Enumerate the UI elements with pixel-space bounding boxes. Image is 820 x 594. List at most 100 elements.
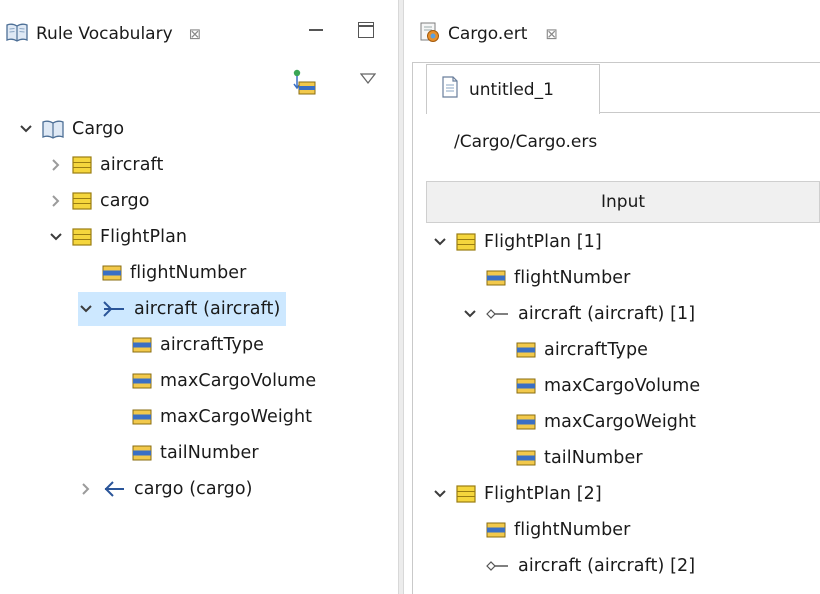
tree-item-flightnumber[interactable]: flightNumber [78,256,246,290]
chevron-down-icon[interactable] [432,225,448,259]
tree-item-label: maxCargoWeight [544,412,697,432]
entity-icon [72,227,92,247]
view-menu-chevron-down-icon[interactable] [359,70,377,85]
tab-rule-vocabulary[interactable]: Rule Vocabulary ⊠ [6,14,201,54]
tree-item-label: Cargo [72,119,125,139]
tab-label: Rule Vocabulary [36,24,173,44]
tree-item-aircraft-aircraft-1[interactable]: aircraft (aircraft) [1] [462,297,695,331]
tree-item-label: aircraft (aircraft) [1] [518,304,696,324]
attribute-icon [102,265,122,281]
tree-item-aircraft[interactable]: aircraft [48,148,163,182]
tree-item-aircraft-aircraft-2[interactable]: aircraft (aircraft) [2] [462,549,695,583]
attribute-icon [486,522,506,538]
tree-item-label: aircraft (aircraft) [134,299,281,319]
tree-item-flightplan[interactable]: FlightPlan [48,220,187,254]
attribute-icon [486,270,506,286]
tree-item-maxcargoweight[interactable]: maxCargoWeight [492,405,696,439]
tree-item-label: aircraftType [544,340,649,360]
attribute-icon [516,450,536,466]
tree-item-cargo[interactable]: Cargo [18,112,124,146]
tree-item-aircrafttype[interactable]: aircraftType [492,333,648,367]
book-icon [42,119,64,139]
association-many-to-one-icon [102,300,126,318]
tree-item-aircraft-aircraft[interactable]: aircraft (aircraft) [78,292,287,326]
tree-item-flightnumber[interactable]: flightNumber [462,261,630,295]
view-tabbar: Rule Vocabulary ⊠ [0,0,398,66]
tab-cargo-ert[interactable]: Cargo.ert ⊠ [418,14,558,54]
show-hierarchy-tool-icon[interactable] [290,68,316,96]
chevron-down-icon[interactable] [48,220,64,254]
chevron-right-icon[interactable] [78,472,94,506]
association-icon [486,559,510,573]
ruleset-path: /Cargo/Cargo.ers [454,132,598,152]
association-icon [486,307,510,321]
chevron-down-icon[interactable] [78,292,94,326]
vocabulary-book-icon [6,22,28,47]
tree-item-label: flightNumber [130,263,247,283]
chevron-right-icon[interactable] [48,148,64,182]
tree-item-label: flightNumber [514,520,631,540]
input-column-header[interactable]: Input [426,181,820,223]
tree-item-label: flightNumber [514,268,631,288]
tab-untitled-1[interactable]: untitled_1 [426,64,600,114]
attribute-icon [132,337,152,353]
close-tab-icon[interactable]: ⊠ [545,25,558,43]
chevron-down-icon[interactable] [462,297,478,331]
minimize-button[interactable] [308,22,324,38]
tree-item-flightnumber[interactable]: flightNumber [462,513,630,547]
input-column-label: Input [600,192,646,212]
tree-item-label: maxCargoWeight [160,407,313,427]
tree-item-label: FlightPlan [2] [484,484,602,504]
tree-item-label: maxCargoVolume [160,371,317,391]
attribute-icon [516,342,536,358]
tree-item-label: tailNumber [544,448,643,468]
tree-item-label: aircraft (aircraft) [2] [518,556,696,576]
tab-label: Cargo.ert [448,24,528,44]
association-one-to-many-icon [102,480,126,498]
tree-item-label: aircraftType [160,335,265,355]
ruletest-editor: Cargo.ert ⊠ untitled_1 /Cargo/Cargo.ers … [404,0,820,594]
entity-icon [72,191,92,211]
tab-underline [600,112,820,113]
tree-item-label: FlightPlan [100,227,188,247]
tree-item-aircrafttype[interactable]: aircraftType [108,328,264,362]
chevron-right-icon[interactable] [48,184,64,218]
chevron-down-icon[interactable] [432,477,448,511]
ruletest-file-icon [418,21,440,48]
inner-tab-label: untitled_1 [469,79,554,100]
tree-item-label: FlightPlan [1] [484,232,602,252]
input-tree: FlightPlan [1] flightNumber aircraft (airc… [432,225,820,594]
vocabulary-tree: Cargo aircraft cargo FlightPlan flightNumber… [18,112,393,512]
tree-item-cargo[interactable]: cargo [48,184,150,218]
tree-item-flightplan-1[interactable]: FlightPlan [1] [432,225,602,259]
tree-item-cargo-cargo[interactable]: cargo (cargo) [78,472,253,506]
chevron-down-icon[interactable] [18,112,34,146]
maximize-button[interactable] [358,22,374,38]
tree-item-label: maxCargoVolume [544,376,701,396]
entity-icon [456,232,476,252]
tree-item-label: cargo (cargo) [134,479,253,499]
tree-item-tailnumber[interactable]: tailNumber [492,441,643,475]
attribute-icon [132,445,152,461]
tree-item-maxcargovolume[interactable]: maxCargoVolume [108,364,316,398]
tree-item-tailnumber[interactable]: tailNumber [108,436,259,470]
tree-item-label: aircraft [100,155,164,175]
attribute-icon [132,373,152,389]
tree-item-maxcargoweight[interactable]: maxCargoWeight [108,400,312,434]
tree-item-flightplan-2[interactable]: FlightPlan [2] [432,477,602,511]
rule-vocabulary-view: Rule Vocabulary ⊠ Cargo aircraft cargo Flig… [0,0,398,594]
tree-item-maxcargovolume[interactable]: maxCargoVolume [492,369,700,403]
document-icon [441,76,459,103]
tree-item-label: tailNumber [160,443,259,463]
close-tab-icon[interactable]: ⊠ [189,25,202,43]
